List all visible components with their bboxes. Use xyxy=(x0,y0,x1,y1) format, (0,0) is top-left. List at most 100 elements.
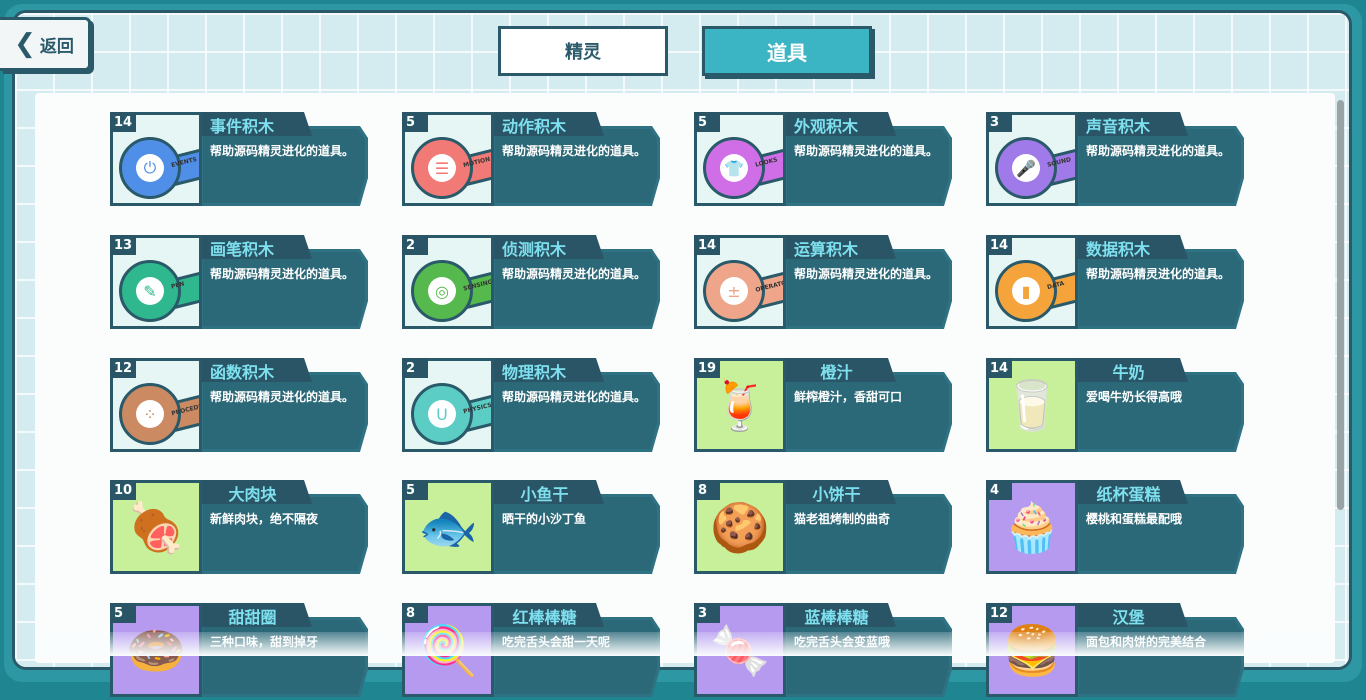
item-name: 物理积木 xyxy=(502,363,567,382)
item-info-panel xyxy=(784,126,952,206)
item-count: 3 xyxy=(698,606,708,621)
item-count: 5 xyxy=(406,115,416,130)
item-card[interactable]: 纸杯蛋糕 樱桃和蛋糕最配哦 🧁 4 xyxy=(986,480,1252,576)
item-card[interactable]: 动作积木帮助源码精灵进化的道具。 ☰ MOTION 5 xyxy=(402,112,668,208)
item-card[interactable]: 大肉块 新鲜肉块，绝不隔夜 🍖 10 xyxy=(110,480,376,576)
block-symbol-icon: ⏻ xyxy=(136,154,164,182)
item-info-panel xyxy=(1076,126,1244,206)
item-info-panel xyxy=(784,494,952,574)
item-name: 函数积木 xyxy=(210,363,275,382)
item-count: 8 xyxy=(406,606,416,621)
item-name: 大肉块 xyxy=(228,485,277,504)
item-card[interactable]: 画笔积木帮助源码精灵进化的道具。 ✎ PEN 13 xyxy=(110,235,376,331)
item-info-panel xyxy=(784,249,952,329)
item-card[interactable]: 运算积木 帮助源码精灵进化的道具。 ± OPERATORS 14 xyxy=(694,235,960,331)
item-count: 5 xyxy=(406,483,416,498)
item-description: 新鲜肉块，绝不隔夜 xyxy=(210,512,319,526)
item-info-panel xyxy=(200,372,368,452)
block-symbol-icon: 👕 xyxy=(720,154,748,182)
block-symbol-icon: ☰ xyxy=(428,154,456,182)
item-count: 5 xyxy=(114,606,124,621)
item-info-panel xyxy=(200,494,368,574)
item-name: 声音积木 xyxy=(1086,117,1151,136)
block-key-icon: 👕 LOOKS xyxy=(703,135,783,199)
item-name: 画笔积木 xyxy=(210,240,275,259)
item-count: 14 xyxy=(698,238,717,253)
item-info-panel xyxy=(784,372,952,452)
item-description: 樱桃和蛋糕最配哦 xyxy=(1086,512,1183,526)
item-card[interactable]: 数据积木 帮助源码精灵进化的道具。 ▮ DATA 14 xyxy=(986,235,1252,331)
item-card[interactable]: 事件积木帮助源码精灵进化的道具。 ⏻ EVENTS 14 xyxy=(110,112,376,208)
block-symbol-icon: ⁘ xyxy=(136,400,164,428)
item-name: 牛奶 xyxy=(1112,363,1145,382)
item-card[interactable]: 外观积木 帮助源码精灵进化的道具。 👕 LOOKS 5 xyxy=(694,112,960,208)
item-info-panel xyxy=(492,126,660,206)
tab-items[interactable]: 道具 xyxy=(702,26,872,76)
item-name: 运算积木 xyxy=(794,240,859,259)
item-name: 事件积木 xyxy=(210,117,275,136)
item-name: 动作积木 xyxy=(502,117,567,136)
item-description: 晒干的小沙丁鱼 xyxy=(502,512,587,526)
item-info-panel xyxy=(492,617,660,697)
back-button[interactable]: ❮ 返回 xyxy=(0,17,91,71)
bottom-fade xyxy=(36,632,1332,656)
item-card[interactable]: 侦测积木帮助源码精灵进化的道具。 ◎ SENSING 2 xyxy=(402,235,668,331)
item-count: 12 xyxy=(990,606,1009,621)
item-count: 8 xyxy=(698,483,708,498)
block-key-icon: ✎ PEN xyxy=(119,258,199,322)
item-count: 14 xyxy=(114,115,133,130)
item-name: 橙汁 xyxy=(820,363,853,382)
item-description: 帮助源码精灵进化的道具。 xyxy=(210,390,355,404)
block-key-icon: ⏻ EVENTS xyxy=(119,135,199,199)
item-info-panel xyxy=(200,249,368,329)
item-description: 帮助源码精灵进化的道具。 xyxy=(502,390,647,404)
item-count: 10 xyxy=(114,483,133,498)
item-description: 猫老祖烤制的曲奇 xyxy=(794,512,891,526)
item-name: 侦测积木 xyxy=(502,240,567,259)
item-description: 帮助源码精灵进化的道具。 xyxy=(502,267,647,281)
item-card[interactable]: 牛奶 爱喝牛奶长得高哦 🥛 14 xyxy=(986,358,1252,454)
block-symbol-icon: ◎ xyxy=(428,277,456,305)
item-info-panel xyxy=(200,617,368,697)
block-key-icon: ☰ MOTION xyxy=(411,135,491,199)
item-info-panel xyxy=(492,372,660,452)
item-name: 数据积木 xyxy=(1086,240,1151,259)
item-info-panel xyxy=(1076,372,1244,452)
item-name: 小鱼干 xyxy=(520,485,569,504)
tab-sprites[interactable]: 精灵 xyxy=(498,26,668,76)
key-head: ✎ xyxy=(119,260,181,322)
item-count: 12 xyxy=(114,361,133,376)
block-symbol-icon: ▮ xyxy=(1012,277,1040,305)
item-name: 汉堡 xyxy=(1112,608,1145,627)
item-description: 帮助源码精灵进化的道具。 xyxy=(794,267,939,281)
item-description: 帮助源码精灵进化的道具。 xyxy=(210,144,355,158)
item-description: 帮助源码精灵进化的道具。 xyxy=(210,267,355,281)
block-key-icon: U PHYSICS xyxy=(411,381,491,445)
block-symbol-icon: ✎ xyxy=(136,277,164,305)
item-info-panel xyxy=(492,249,660,329)
item-count: 3 xyxy=(990,115,1000,130)
item-name: 外观积木 xyxy=(794,117,859,136)
item-card[interactable]: 橙汁 鲜榨橙汁，香甜可口 🍹 19 xyxy=(694,358,960,454)
block-key-icon: ▮ DATA xyxy=(995,258,1075,322)
item-name: 蓝棒棒糖 xyxy=(804,608,869,627)
item-card[interactable]: 物理积木帮助源码精灵进化的道具。 U PHYSICS 2 xyxy=(402,358,668,454)
item-info-panel xyxy=(1076,249,1244,329)
scrollbar[interactable] xyxy=(1337,100,1344,510)
item-card[interactable]: 声音积木 帮助源码精灵进化的道具。 🎤 SOUND 3 xyxy=(986,112,1252,208)
item-count: 2 xyxy=(406,238,416,253)
item-card[interactable]: 函数积木 帮助源码精灵进化的道具。 ⁘ PROCEDURES 12 xyxy=(110,358,376,454)
block-key-icon: ◎ SENSING xyxy=(411,258,491,322)
item-card[interactable]: 小饼干 猫老祖烤制的曲奇 🍪 8 xyxy=(694,480,960,576)
item-info-panel xyxy=(492,494,660,574)
item-name: 甜甜圈 xyxy=(228,608,277,627)
item-count: 19 xyxy=(698,361,717,376)
item-info-panel xyxy=(1076,617,1244,697)
item-count: 13 xyxy=(114,238,133,253)
item-count: 2 xyxy=(406,361,416,376)
item-description: 爱喝牛奶长得高哦 xyxy=(1086,390,1183,404)
item-info-panel xyxy=(784,617,952,697)
item-description: 帮助源码精灵进化的道具。 xyxy=(502,144,647,158)
block-symbol-icon: ± xyxy=(720,277,748,305)
item-card[interactable]: 小鱼干 晒干的小沙丁鱼 🐟 5 xyxy=(402,480,668,576)
